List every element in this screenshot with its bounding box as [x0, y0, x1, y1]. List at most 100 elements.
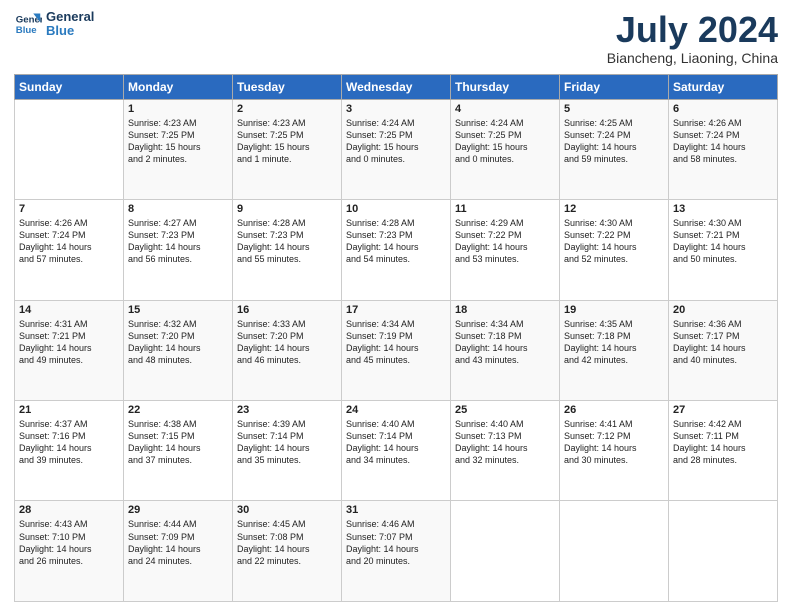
day-info: Sunrise: 4:26 AM Sunset: 7:24 PM Dayligh…	[673, 117, 773, 166]
calendar-cell: 29 Sunrise: 4:44 AM Sunset: 7:09 PM Dayli…	[124, 501, 233, 602]
day-info: Sunrise: 4:44 AM Sunset: 7:09 PM Dayligh…	[128, 518, 228, 567]
calendar-cell: 12Sunrise: 4:30 AM Sunset: 7:22 PM Dayli…	[560, 200, 669, 300]
day-number: 17	[346, 304, 446, 316]
weekday-monday: Monday	[124, 74, 233, 99]
day-info: Sunrise: 4:28 AM Sunset: 7:23 PM Dayligh…	[346, 217, 446, 266]
calendar-cell: 25 Sunrise: 4:40 AM Sunset: 7:13 PM Dayli…	[451, 401, 560, 501]
day-info: Sunrise: 4:23 AM Sunset: 7:25 PM Dayligh…	[128, 117, 228, 166]
day-number: 21	[19, 404, 119, 416]
calendar-cell: 13 Sunrise: 4:30 AM Sunset: 7:21 PM Dayli…	[669, 200, 778, 300]
day-number: 30	[237, 504, 337, 516]
calendar-cell: 31 Sunrise: 4:46 AM Sunset: 7:07 PM Dayli…	[342, 501, 451, 602]
day-number: 6	[673, 103, 773, 115]
weekday-tuesday: Tuesday	[233, 74, 342, 99]
day-number: 27	[673, 404, 773, 416]
day-number: 16	[237, 304, 337, 316]
calendar-cell: 21 Sunrise: 4:37 AM Sunset: 7:16 PM Dayli…	[15, 401, 124, 501]
day-info: Sunrise: 4:41 AM Sunset: 7:12 PM Dayligh…	[564, 418, 664, 467]
calendar-cell: 11 Sunrise: 4:29 AM Sunset: 7:22 PM Dayli…	[451, 200, 560, 300]
weekday-sunday: Sunday	[15, 74, 124, 99]
day-number: 14	[19, 304, 119, 316]
calendar-cell: 17 Sunrise: 4:34 AM Sunset: 7:19 PM Dayli…	[342, 300, 451, 400]
calendar-week-5: 28Sunrise: 4:43 AM Sunset: 7:10 PM Dayli…	[15, 501, 778, 602]
day-info: Sunrise: 4:34 AM Sunset: 7:18 PM Dayligh…	[455, 318, 555, 367]
day-info: Sunrise: 4:40 AM Sunset: 7:13 PM Dayligh…	[455, 418, 555, 467]
weekday-saturday: Saturday	[669, 74, 778, 99]
calendar-cell: 19Sunrise: 4:35 AM Sunset: 7:18 PM Dayli…	[560, 300, 669, 400]
calendar-cell: 1Sunrise: 4:23 AM Sunset: 7:25 PM Daylig…	[124, 99, 233, 199]
day-info: Sunrise: 4:24 AM Sunset: 7:25 PM Dayligh…	[346, 117, 446, 166]
calendar-week-2: 7Sunrise: 4:26 AM Sunset: 7:24 PM Daylig…	[15, 200, 778, 300]
calendar-cell: 5 Sunrise: 4:25 AM Sunset: 7:24 PM Daylig…	[560, 99, 669, 199]
calendar-cell: 15Sunrise: 4:32 AM Sunset: 7:20 PM Dayli…	[124, 300, 233, 400]
calendar-table: SundayMondayTuesdayWednesdayThursdayFrid…	[14, 74, 778, 602]
calendar-cell: 8Sunrise: 4:27 AM Sunset: 7:23 PM Daylig…	[124, 200, 233, 300]
calendar-cell: 4Sunrise: 4:24 AM Sunset: 7:25 PM Daylig…	[451, 99, 560, 199]
day-info: Sunrise: 4:33 AM Sunset: 7:20 PM Dayligh…	[237, 318, 337, 367]
day-number: 29	[128, 504, 228, 516]
calendar-cell: 27 Sunrise: 4:42 AM Sunset: 7:11 PM Dayli…	[669, 401, 778, 501]
day-number: 13	[673, 203, 773, 215]
header: General Blue General Blue July 2024 Bian…	[14, 10, 778, 66]
calendar-cell: 30Sunrise: 4:45 AM Sunset: 7:08 PM Dayli…	[233, 501, 342, 602]
day-number: 2	[237, 103, 337, 115]
calendar-cell: 2 Sunrise: 4:23 AM Sunset: 7:25 PM Daylig…	[233, 99, 342, 199]
day-info: Sunrise: 4:34 AM Sunset: 7:19 PM Dayligh…	[346, 318, 446, 367]
day-number: 25	[455, 404, 555, 416]
day-info: Sunrise: 4:37 AM Sunset: 7:16 PM Dayligh…	[19, 418, 119, 467]
day-number: 18	[455, 304, 555, 316]
day-info: Sunrise: 4:36 AM Sunset: 7:17 PM Dayligh…	[673, 318, 773, 367]
day-info: Sunrise: 4:43 AM Sunset: 7:10 PM Dayligh…	[19, 518, 119, 567]
day-info: Sunrise: 4:29 AM Sunset: 7:22 PM Dayligh…	[455, 217, 555, 266]
day-info: Sunrise: 4:23 AM Sunset: 7:25 PM Dayligh…	[237, 117, 337, 166]
day-info: Sunrise: 4:28 AM Sunset: 7:23 PM Dayligh…	[237, 217, 337, 266]
calendar-cell: 9Sunrise: 4:28 AM Sunset: 7:23 PM Daylig…	[233, 200, 342, 300]
calendar-cell: 28Sunrise: 4:43 AM Sunset: 7:10 PM Dayli…	[15, 501, 124, 602]
day-number: 11	[455, 203, 555, 215]
day-number: 24	[346, 404, 446, 416]
calendar-week-1: 1Sunrise: 4:23 AM Sunset: 7:25 PM Daylig…	[15, 99, 778, 199]
calendar-cell: 20Sunrise: 4:36 AM Sunset: 7:17 PM Dayli…	[669, 300, 778, 400]
day-number: 3	[346, 103, 446, 115]
day-info: Sunrise: 4:25 AM Sunset: 7:24 PM Dayligh…	[564, 117, 664, 166]
day-number: 5	[564, 103, 664, 115]
day-info: Sunrise: 4:32 AM Sunset: 7:20 PM Dayligh…	[128, 318, 228, 367]
calendar-cell: 24 Sunrise: 4:40 AM Sunset: 7:14 PM Dayli…	[342, 401, 451, 501]
month-title: July 2024	[607, 10, 778, 50]
calendar-body: 1Sunrise: 4:23 AM Sunset: 7:25 PM Daylig…	[15, 99, 778, 601]
day-number: 22	[128, 404, 228, 416]
calendar-cell	[15, 99, 124, 199]
day-number: 19	[564, 304, 664, 316]
logo-text: General Blue	[46, 10, 94, 39]
weekday-wednesday: Wednesday	[342, 74, 451, 99]
day-number: 8	[128, 203, 228, 215]
calendar-week-3: 14 Sunrise: 4:31 AM Sunset: 7:21 PM Dayli…	[15, 300, 778, 400]
calendar-cell: 10 Sunrise: 4:28 AM Sunset: 7:23 PM Dayli…	[342, 200, 451, 300]
calendar-cell: 14 Sunrise: 4:31 AM Sunset: 7:21 PM Dayli…	[15, 300, 124, 400]
weekday-friday: Friday	[560, 74, 669, 99]
day-number: 7	[19, 203, 119, 215]
location-subtitle: Biancheng, Liaoning, China	[607, 50, 778, 66]
day-info: Sunrise: 4:40 AM Sunset: 7:14 PM Dayligh…	[346, 418, 446, 467]
calendar-cell: 6 Sunrise: 4:26 AM Sunset: 7:24 PM Daylig…	[669, 99, 778, 199]
calendar-header: SundayMondayTuesdayWednesdayThursdayFrid…	[15, 74, 778, 99]
day-info: Sunrise: 4:39 AM Sunset: 7:14 PM Dayligh…	[237, 418, 337, 467]
day-info: Sunrise: 4:46 AM Sunset: 7:07 PM Dayligh…	[346, 518, 446, 567]
logo-icon: General Blue	[14, 10, 42, 38]
calendar-cell	[669, 501, 778, 602]
calendar-cell: 18 Sunrise: 4:34 AM Sunset: 7:18 PM Dayli…	[451, 300, 560, 400]
weekday-thursday: Thursday	[451, 74, 560, 99]
day-info: Sunrise: 4:30 AM Sunset: 7:21 PM Dayligh…	[673, 217, 773, 266]
day-info: Sunrise: 4:42 AM Sunset: 7:11 PM Dayligh…	[673, 418, 773, 467]
svg-text:Blue: Blue	[16, 25, 37, 36]
calendar-cell: 7Sunrise: 4:26 AM Sunset: 7:24 PM Daylig…	[15, 200, 124, 300]
day-number: 26	[564, 404, 664, 416]
weekday-header-row: SundayMondayTuesdayWednesdayThursdayFrid…	[15, 74, 778, 99]
day-info: Sunrise: 4:38 AM Sunset: 7:15 PM Dayligh…	[128, 418, 228, 467]
day-number: 31	[346, 504, 446, 516]
calendar-cell: 22 Sunrise: 4:38 AM Sunset: 7:15 PM Dayli…	[124, 401, 233, 501]
day-info: Sunrise: 4:31 AM Sunset: 7:21 PM Dayligh…	[19, 318, 119, 367]
day-number: 23	[237, 404, 337, 416]
title-block: July 2024 Biancheng, Liaoning, China	[607, 10, 778, 66]
day-number: 10	[346, 203, 446, 215]
